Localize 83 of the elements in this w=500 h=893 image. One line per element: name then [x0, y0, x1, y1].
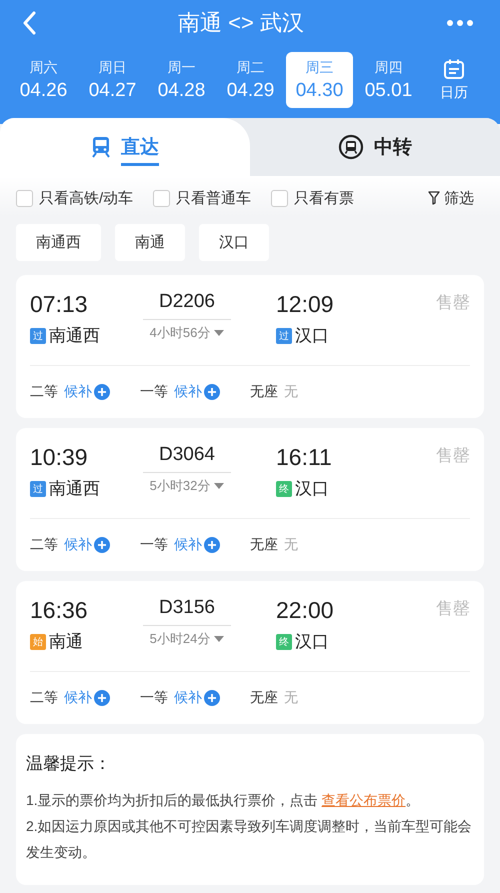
seat-availability: 无 [284, 689, 298, 707]
seat-availability: 无 [284, 383, 298, 401]
seat-class: 二等 [30, 536, 58, 554]
calendar-icon [443, 58, 465, 80]
station-badge: 过 [30, 328, 46, 344]
seat-class: 二等 [30, 383, 58, 401]
notice-title: 温馨提示： [26, 753, 112, 775]
duration-dropdown[interactable]: 4小时56分 [150, 320, 224, 342]
sold-out-label: 售罄 [436, 598, 470, 620]
sold-out-label: 售罄 [436, 445, 470, 467]
seat-class: 一等 [140, 689, 168, 707]
seat-class: 二等 [30, 689, 58, 707]
seat-class: 一等 [140, 536, 168, 554]
train-number: D3064 [143, 444, 231, 473]
filter-checkbox[interactable]: 只看有票 [271, 188, 354, 208]
caret-icon [214, 483, 224, 489]
train-card[interactable]: 16:36 始 南通 D3156 5小时24分 22:00 终 汉口 售罄 二等 候补 一等 候补 无座 无 [16, 581, 484, 724]
date-tab[interactable]: 周一 04.28 [148, 52, 215, 108]
filter-icon [428, 191, 440, 205]
caret-icon [214, 330, 224, 336]
date-tab[interactable]: 周三 04.30 [286, 52, 353, 108]
duration-dropdown[interactable]: 5小时32分 [150, 473, 224, 495]
date-tab[interactable]: 周日 04.27 [79, 52, 146, 108]
station-chip[interactable]: 南通西 [16, 224, 101, 261]
station-badge: 过 [276, 328, 292, 344]
train-number: D2206 [143, 291, 231, 320]
arrival-time: 22:00 [276, 597, 335, 624]
departure-station: 南通西 [49, 325, 100, 347]
date-tab[interactable]: 周四 05.01 [355, 52, 422, 108]
station-badge: 终 [276, 634, 292, 650]
waitlist-button[interactable]: 候补 [64, 536, 110, 554]
fare-link[interactable]: 查看公布票价 [322, 792, 406, 808]
waitlist-button[interactable]: 候补 [174, 689, 220, 707]
arrival-station: 汉口 [295, 325, 329, 347]
departure-time: 16:36 [30, 597, 89, 624]
train-number: D3156 [143, 597, 231, 626]
mode-tab[interactable]: 直达 [0, 118, 250, 176]
arrival-time: 16:11 [276, 444, 333, 471]
notice-text: 1.显示的票价均为折扣后的最低执行票价，点击 查看公布票价。 [26, 791, 421, 810]
plus-icon [94, 690, 110, 706]
station-badge: 终 [276, 480, 292, 496]
station-chip[interactable]: 南通 [115, 224, 185, 261]
departure-time: 10:39 [30, 444, 89, 471]
arrival-station: 汉口 [295, 478, 329, 500]
plus-icon [94, 384, 110, 400]
plus-icon [94, 537, 110, 553]
arrival-station: 汉口 [295, 631, 329, 653]
notice-text: 2.如因运力原因或其他不可控因素导致列车调度调整时，当前车型可能会发生变动。 [26, 817, 473, 862]
departure-station: 南通西 [49, 478, 100, 500]
train-icon [91, 136, 111, 158]
arrival-time: 12:09 [276, 291, 335, 318]
waitlist-button[interactable]: 候补 [64, 383, 110, 401]
station-badge: 过 [30, 480, 46, 496]
plus-icon [204, 690, 220, 706]
train-circle-icon [338, 134, 364, 160]
departure-station: 南通 [49, 631, 83, 653]
date-tab[interactable]: 周六 04.26 [10, 52, 77, 108]
seat-class: 无座 [250, 536, 278, 554]
seat-availability: 无 [284, 536, 298, 554]
filter-button[interactable]: 筛选 [428, 188, 474, 208]
duration-dropdown[interactable]: 5小时24分 [150, 626, 224, 648]
back-icon[interactable] [22, 11, 36, 35]
seat-class: 无座 [250, 689, 278, 707]
waitlist-button[interactable]: 候补 [174, 536, 220, 554]
train-card[interactable]: 10:39 过 南通西 D3064 5小时32分 16:11 终 汉口 售罄 二等 候补 一等 候补 无座 无 [16, 428, 484, 571]
train-card[interactable]: 07:13 过 南通西 D2206 4小时56分 12:09 过 汉口 售罄 二等 候补 一等 候补 无座 无 [16, 275, 484, 418]
page-title: 南通 <> 武汉 [178, 9, 304, 37]
waitlist-button[interactable]: 候补 [174, 383, 220, 401]
departure-time: 07:13 [30, 291, 89, 318]
seat-class: 无座 [250, 383, 278, 401]
caret-icon [214, 636, 224, 642]
seat-class: 一等 [140, 383, 168, 401]
filter-checkbox[interactable]: 只看高铁/动车 [16, 188, 134, 208]
plus-icon [204, 537, 220, 553]
date-tab[interactable]: 周二 04.29 [217, 52, 284, 108]
plus-icon [204, 384, 220, 400]
station-chip[interactable]: 汉口 [199, 224, 269, 261]
station-badge: 始 [30, 634, 46, 650]
sold-out-label: 售罄 [436, 292, 470, 314]
filter-checkbox[interactable]: 只看普通车 [153, 188, 252, 208]
waitlist-button[interactable]: 候补 [64, 689, 110, 707]
calendar-button[interactable]: 日历 [440, 58, 468, 102]
more-icon[interactable] [446, 19, 474, 27]
